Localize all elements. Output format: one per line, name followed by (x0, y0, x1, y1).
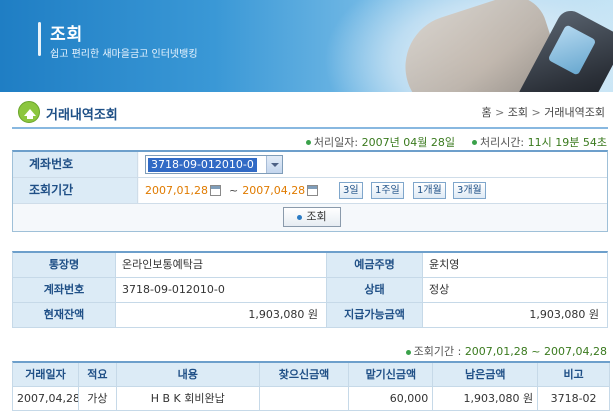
period-1week-button[interactable]: 1주일 (371, 182, 404, 199)
table-cell-withdrawal (259, 387, 350, 410)
query-button-label: 조회 (306, 210, 327, 223)
account-row: 계좌번호 3718-09-012010-0 (13, 152, 607, 178)
account-info-row: 계좌번호 3718-09-012010-0 상태 정상 (13, 278, 607, 303)
breadcrumb-current: 거래내역조회 (544, 106, 605, 119)
breadcrumb-home[interactable]: 홈 (481, 106, 491, 119)
process-time-label: 처리시간: (479, 136, 525, 149)
balance-label: 현재잔액 (13, 303, 116, 327)
period-info-value: 2007,01,28 ~ 2007,04,28 (464, 345, 607, 358)
search-form: 계좌번호 3718-09-012010-0 조회기간 2007,01,28 ~20… (12, 150, 608, 232)
page-header: 거래내역조회 홈 > 조회 > 거래내역조회 (0, 96, 613, 128)
column-header: 남은금액 (433, 363, 539, 386)
banner-accent-bar (38, 22, 41, 56)
table-cell-note: 3718-02 (538, 387, 610, 410)
header-underline (12, 127, 608, 129)
column-header: 거래일자 (13, 363, 79, 386)
calendar-icon[interactable] (209, 184, 221, 196)
account-select[interactable]: 3718-09-012010-0 (145, 155, 283, 174)
process-date-label: 처리일자: (313, 136, 359, 149)
period-info-label: 조회기간 : (413, 345, 462, 358)
breadcrumb-level1[interactable]: 조회 (508, 106, 528, 119)
home-icon (18, 101, 40, 123)
account-info-table: 통장명 온라인보통예탁금 예금주명 윤치영 계좌번호 3718-09-01201… (12, 251, 608, 328)
end-date[interactable]: 2007,04,28 (242, 184, 305, 197)
breadcrumb: 홈 > 조회 > 거래내역조회 (481, 104, 605, 120)
bullet-icon (297, 214, 303, 220)
transactions-table: 거래일자 적요 내용 찾으신금액 맡기신금액 남은금액 비고 2007,04,2… (12, 361, 610, 411)
status-value: 정상 (423, 278, 607, 302)
table-row: 2007,04,28 가상 H B K 회비완납 60,000 1,903,08… (13, 387, 610, 411)
breadcrumb-separator: > (531, 106, 541, 119)
calendar-icon[interactable] (307, 184, 319, 196)
banner-title: 조회 (50, 25, 84, 45)
account-info-row: 통장명 온라인보통예탁금 예금주명 윤치영 (13, 253, 607, 278)
account-number-value: 3718-09-012010-0 (116, 278, 327, 302)
bullet-icon (305, 140, 311, 145)
table-cell-date: 2007,04,28 (13, 387, 79, 410)
period-3month-button[interactable]: 3개월 (453, 182, 486, 199)
page-title: 거래내역조회 (46, 108, 118, 123)
query-button[interactable]: 조회 (283, 207, 341, 227)
query-period-info: 조회기간 : 2007,01,28 ~ 2007,04,28 (405, 343, 607, 359)
period-3day-button[interactable]: 3일 (339, 182, 363, 199)
banner-subtitle: 쉽고 편리한 새마을금고 인터넷뱅킹 (50, 49, 198, 60)
account-label: 계좌번호 (13, 152, 138, 177)
period-row: 조회기간 2007,01,28 ~2007,04,28 3일 1주일 1개월 3개… (13, 178, 607, 204)
balance-value: 1,903,080 원 (116, 303, 327, 327)
process-info: 처리일자: 2007년 04월 28일 처리시간: 11시 19분 54초 (305, 134, 607, 150)
table-cell-balance: 1,903,080 원 (433, 387, 539, 410)
owner-label: 예금주명 (327, 253, 423, 277)
top-banner: 조회 쉽고 편리한 새마을금고 인터넷뱅킹 (0, 0, 613, 92)
bullet-icon (405, 349, 411, 355)
available-label: 지급가능금액 (327, 303, 423, 327)
account-select-value[interactable]: 3718-09-012010-0 (148, 158, 257, 172)
bullet-icon (471, 140, 477, 145)
table-header-row: 거래일자 적요 내용 찾으신금액 맡기신금액 남은금액 비고 (13, 363, 610, 387)
column-header: 적요 (78, 363, 117, 386)
account-number-label: 계좌번호 (13, 278, 116, 302)
process-time-value: 11시 19분 54초 (527, 136, 607, 149)
column-header: 내용 (116, 363, 260, 386)
period-label: 조회기간 (13, 178, 138, 203)
column-header: 비고 (538, 363, 610, 386)
process-date-value: 2007년 04월 28일 (361, 136, 455, 149)
table-cell-content: H B K 회비완납 (116, 387, 260, 410)
table-cell-summary: 가상 (78, 387, 117, 410)
available-value: 1,903,080 원 (423, 303, 607, 327)
owner-value: 윤치영 (423, 253, 607, 277)
status-label: 상태 (327, 278, 423, 302)
start-date[interactable]: 2007,01,28 (145, 184, 208, 197)
passbook-value: 온라인보통예탁금 (116, 253, 327, 277)
date-range-tilde: ~ (228, 184, 239, 197)
chevron-down-icon[interactable] (266, 156, 282, 173)
account-info-row: 현재잔액 1,903,080 원 지급가능금액 1,903,080 원 (13, 303, 607, 328)
passbook-label: 통장명 (13, 253, 116, 277)
column-header: 맡기신금액 (349, 363, 434, 386)
column-header: 찾으신금액 (259, 363, 350, 386)
breadcrumb-separator: > (495, 106, 505, 119)
table-cell-deposit: 60,000 (349, 387, 434, 410)
period-1month-button[interactable]: 1개월 (413, 182, 446, 199)
